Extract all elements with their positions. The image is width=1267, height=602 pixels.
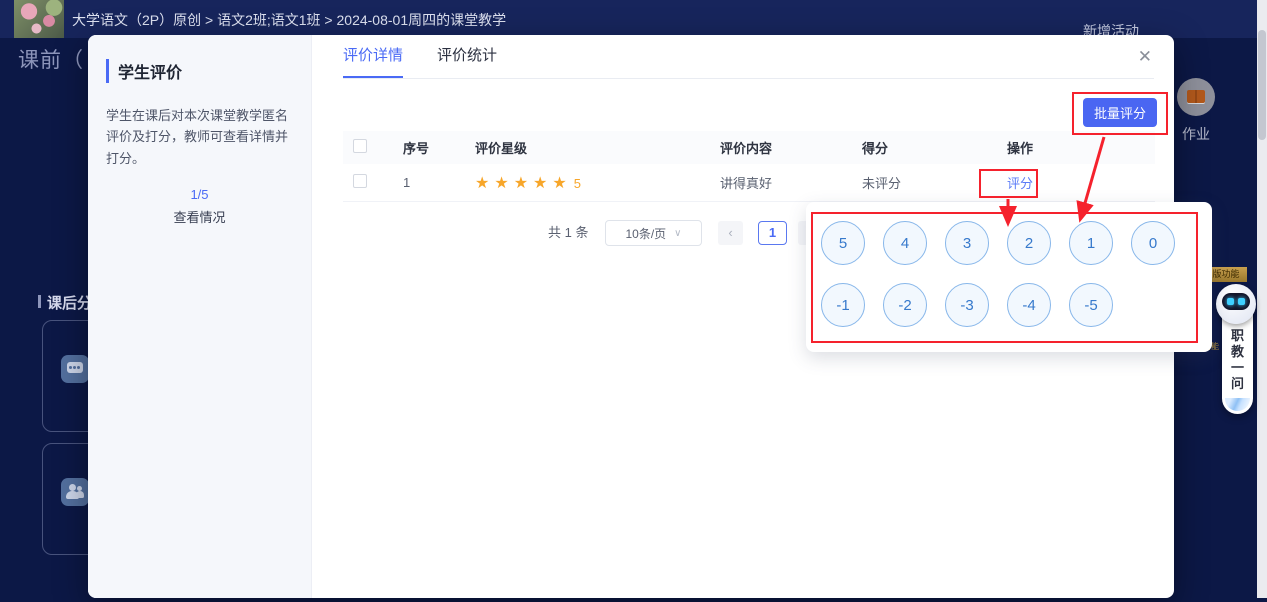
chat-bubble-icon (61, 355, 89, 383)
close-icon[interactable]: ✕ (1138, 47, 1152, 67)
score-popup: 5 4 3 2 1 0 -1 -2 -3 -4 -5 (806, 202, 1212, 352)
tab-evaluation-statistics[interactable]: 评价统计 (437, 35, 497, 78)
page-size-select[interactable]: 10条/页 ∨ (605, 220, 702, 246)
row-content: 讲得真好 (708, 173, 850, 192)
page-number-button[interactable]: 1 (758, 221, 787, 245)
score-button-5[interactable]: 5 (821, 221, 865, 265)
row-score: 未评分 (850, 173, 995, 192)
header-score: 得分 (850, 138, 995, 157)
tab-evaluation-details[interactable]: 评价详情 (343, 35, 403, 78)
header-star-rating: 评价星级 (463, 138, 708, 157)
star-value: 5 (574, 176, 581, 191)
score-button-minus4[interactable]: -4 (1007, 283, 1051, 327)
header-action: 操作 (995, 138, 1155, 157)
post-class-section-title: 课后分 (38, 292, 88, 312)
users-icon (61, 478, 89, 506)
view-status-link[interactable]: 查看情况 (106, 207, 293, 226)
homework-activity-circle (1177, 78, 1215, 116)
scrollbar-thumb[interactable] (1258, 30, 1266, 140)
assistant-name: 职 教 一 问 (1222, 328, 1253, 392)
score-button-minus5[interactable]: -5 (1069, 283, 1113, 327)
score-popup-row-positive: 5 4 3 2 1 0 (821, 221, 1175, 265)
course-thumbnail (14, 0, 64, 38)
page-bottom-strip (0, 598, 1267, 602)
score-action-link[interactable]: 评分 (1007, 176, 1033, 191)
section-bar (38, 295, 41, 308)
score-button-1[interactable]: 1 (1069, 221, 1113, 265)
modal-sidebar: 学生评价 学生在课后对本次课堂教学匿名评价及打分，教师可查看详情并打分。 1/5… (88, 35, 312, 598)
evaluation-table: 序号 评价星级 评价内容 得分 操作 1 ★★★★★5 讲得真好 未评分 评分 (343, 131, 1155, 202)
top-bar: 大学语文（2P）原创 > 语文2班;语文1班 > 2024-08-01周四的课堂… (0, 0, 1267, 38)
robot-icon[interactable] (1216, 284, 1256, 324)
row-index: 1 (391, 175, 463, 190)
modal-title: 学生评价 (106, 59, 293, 83)
row-star-rating: ★★★★★5 (463, 173, 708, 193)
score-button-2[interactable]: 2 (1007, 221, 1051, 265)
pagination-total: 共 1 条 (548, 220, 588, 246)
score-button-minus1[interactable]: -1 (821, 283, 865, 327)
score-button-minus3[interactable]: -3 (945, 283, 989, 327)
page-size-value: 10条/页 (625, 225, 666, 242)
breadcrumb[interactable]: 大学语文（2P）原创 > 语文2班;语文1班 > 2024-08-01周四的课堂… (72, 10, 506, 30)
progress-indicator: 1/5 (106, 187, 293, 202)
select-all-checkbox[interactable] (353, 139, 367, 153)
table-row: 1 ★★★★★5 讲得真好 未评分 评分 (343, 164, 1155, 202)
prev-page-button[interactable]: ‹ (718, 221, 743, 245)
score-popup-row-negative: -1 -2 -3 -4 -5 (821, 283, 1113, 327)
score-button-minus2[interactable]: -2 (883, 283, 927, 327)
score-button-3[interactable]: 3 (945, 221, 989, 265)
star-icons: ★★★★★ (475, 175, 572, 192)
header-index: 序号 (391, 138, 463, 157)
header-content: 评价内容 (708, 138, 850, 157)
chevron-down-icon: ∨ (674, 228, 681, 239)
tab-bar: 评价详情 评价统计 (343, 35, 1154, 79)
page-scrollbar[interactable] (1257, 0, 1267, 602)
table-header-row: 序号 评价星级 评价内容 得分 操作 (343, 131, 1155, 164)
pagination: 共 1 条 10条/页 ∨ ‹ 1 › (548, 220, 848, 246)
batch-score-button[interactable]: 批量评分 (1083, 98, 1157, 127)
wave-decoration (1225, 398, 1250, 411)
pre-class-section-title: 课前（ (18, 44, 84, 74)
homework-label: 作业 (1177, 124, 1215, 144)
row-checkbox[interactable] (353, 174, 367, 188)
book-icon (1187, 90, 1205, 103)
score-button-0[interactable]: 0 (1131, 221, 1175, 265)
modal-description: 学生在课后对本次课堂教学匿名评价及打分，教师可查看详情并打分。 (106, 105, 293, 169)
score-button-4[interactable]: 4 (883, 221, 927, 265)
